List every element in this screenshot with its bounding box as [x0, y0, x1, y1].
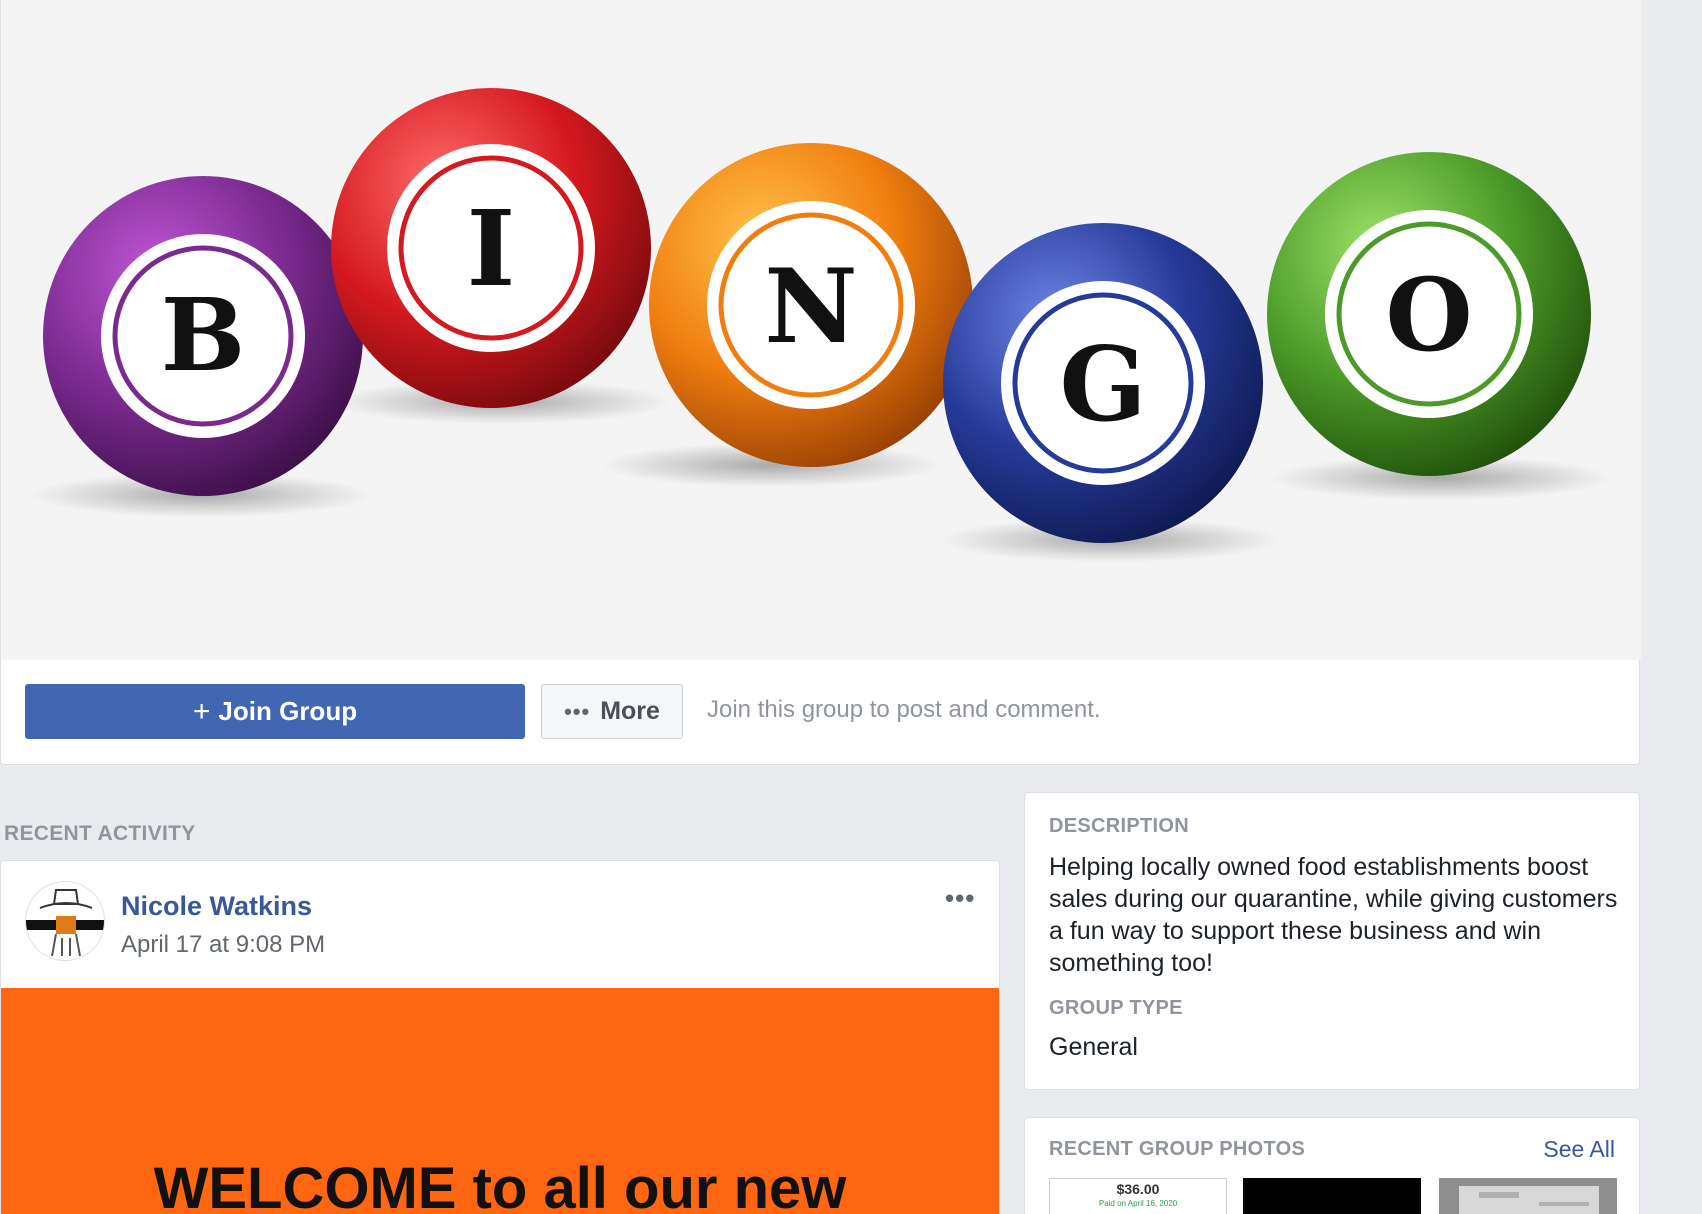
photo-thumbnail[interactable]: [1439, 1178, 1617, 1214]
photo-thumbnail[interactable]: $36.00 Paid on April 16, 2020: [1049, 1178, 1227, 1214]
plus-icon: +: [192, 694, 211, 728]
ball-letter: I: [467, 187, 516, 310]
see-all-link[interactable]: See All: [1543, 1136, 1615, 1163]
group-type-value: General: [1049, 1033, 1138, 1061]
ball-letter: O: [1385, 256, 1472, 374]
avatar[interactable]: [25, 881, 105, 961]
bingo-balls-image: B I N G O: [31, 88, 1611, 562]
bingo-ball-o: O: [1267, 152, 1591, 476]
about-card: DESCRIPTION Helping locally owned food e…: [1024, 792, 1640, 1090]
ball-letter: B: [161, 276, 246, 394]
group-type-heading: GROUP TYPE: [1049, 997, 1183, 1019]
description-heading: DESCRIPTION: [1049, 815, 1189, 837]
bingo-ball-b: B: [43, 176, 363, 496]
post-author[interactable]: Nicole Watkins: [121, 891, 312, 922]
post-timestamp[interactable]: April 17 at 9:08 PM: [121, 931, 325, 959]
bingo-ball-g: G: [943, 223, 1263, 543]
ellipsis-icon: •••: [945, 883, 976, 913]
bingo-ball-i: I: [331, 88, 651, 408]
avatar-image: [26, 882, 104, 960]
thumbnail-image: [1439, 1178, 1617, 1214]
ball-letter: N: [764, 247, 857, 367]
join-group-button[interactable]: + Join Group: [25, 684, 525, 739]
thumbnail-caption: Paid on April 16, 2020: [1098, 1199, 1178, 1208]
recent-photos-card: RECENT GROUP PHOTOS See All $36.00 Paid …: [1024, 1117, 1640, 1214]
ellipsis-icon: •••: [564, 698, 591, 724]
post-options-button[interactable]: •••: [945, 883, 975, 914]
description-text: Helping locally owned food establishment…: [1049, 853, 1618, 977]
photo-thumbnail[interactable]: [1243, 1178, 1421, 1214]
bingo-ball-n: N: [649, 143, 973, 467]
recent-activity-heading: RECENT ACTIVITY: [4, 822, 196, 845]
more-button[interactable]: ••• More: [541, 684, 683, 739]
post-image-text: WELCOME to all our new: [153, 1156, 847, 1214]
cover-photo[interactable]: B I N G O: [1, 0, 1641, 660]
group-action-bar: + Join Group ••• More Join this group to…: [1, 660, 1641, 764]
group-header-card: B I N G O + Join Group ••• More Join thi…: [0, 0, 1641, 765]
recent-photos-heading: RECENT GROUP PHOTOS: [1049, 1138, 1306, 1160]
ball-letter: G: [1059, 325, 1146, 445]
thumbnail-amount: $36.00: [1116, 1181, 1160, 1197]
join-hint-text: Join this group to post and comment.: [707, 696, 1101, 723]
more-label: More: [600, 697, 660, 725]
join-group-label: Join Group: [218, 696, 358, 726]
